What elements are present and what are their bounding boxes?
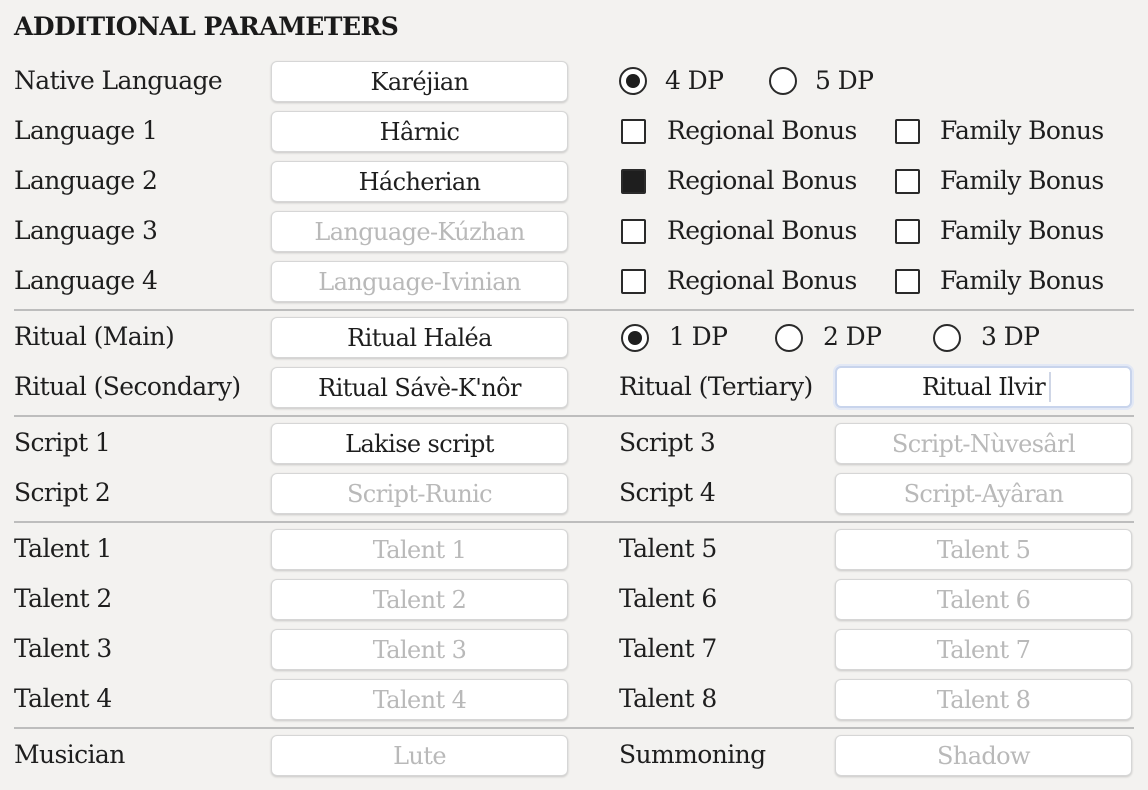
- language-3-family-label: Family Bonus: [940, 216, 1104, 245]
- script-1-input[interactable]: [271, 423, 568, 464]
- language-1-label: Language 1: [14, 116, 158, 145]
- divider-rituals: [14, 415, 1134, 417]
- talent-8-label: Talent 8: [619, 684, 717, 713]
- ritual-2dp-label: 2 DP: [823, 322, 882, 351]
- talent-3-label: Talent 3: [14, 634, 112, 663]
- script-2-label: Script 2: [14, 478, 111, 507]
- ritual-3dp-radio[interactable]: [933, 324, 961, 352]
- ritual-main-input[interactable]: [271, 317, 568, 358]
- text-caret: [1049, 372, 1051, 402]
- ritual-secondary-input[interactable]: [271, 367, 568, 408]
- talent-1-input[interactable]: [271, 529, 568, 570]
- ritual-2dp-radio[interactable]: [775, 324, 803, 352]
- script-3-label: Script 3: [619, 428, 716, 457]
- language-3-family-checkbox[interactable]: [895, 219, 920, 244]
- language-4-label: Language 4: [14, 266, 158, 295]
- language-4-regional-label: Regional Bonus: [667, 266, 857, 295]
- language-3-regional-checkbox[interactable]: [621, 219, 646, 244]
- language-1-family-checkbox[interactable]: [895, 119, 920, 144]
- language-4-family-label: Family Bonus: [940, 266, 1104, 295]
- language-1-regional-label: Regional Bonus: [667, 116, 857, 145]
- musician-input[interactable]: [271, 735, 568, 776]
- native-4dp-label: 4 DP: [665, 66, 724, 95]
- language-4-family-checkbox[interactable]: [895, 269, 920, 294]
- talent-7-label: Talent 7: [619, 634, 717, 663]
- ritual-1dp-label: 1 DP: [669, 322, 728, 351]
- native-language-input[interactable]: [271, 61, 568, 102]
- native-5dp-radio[interactable]: [769, 67, 797, 95]
- language-2-input[interactable]: [271, 161, 568, 202]
- script-4-label: Script 4: [619, 478, 716, 507]
- language-2-regional-checkbox[interactable]: [621, 169, 646, 194]
- script-2-input[interactable]: [271, 473, 568, 514]
- talent-4-label: Talent 4: [14, 684, 112, 713]
- language-1-input[interactable]: [271, 111, 568, 152]
- summoning-label: Summoning: [619, 740, 766, 769]
- talent-8-input[interactable]: [835, 679, 1132, 720]
- talent-4-input[interactable]: [271, 679, 568, 720]
- script-1-label: Script 1: [14, 428, 111, 457]
- language-4-input[interactable]: [271, 261, 568, 302]
- ritual-main-label: Ritual (Main): [14, 322, 175, 351]
- musician-label: Musician: [14, 740, 125, 769]
- language-1-family-label: Family Bonus: [940, 116, 1104, 145]
- talent-5-label: Talent 5: [619, 534, 717, 563]
- native-5dp-label: 5 DP: [815, 66, 874, 95]
- native-language-label: Native Language: [14, 66, 223, 95]
- talent-6-label: Talent 6: [619, 584, 717, 613]
- section-heading: ADDITIONAL PARAMETERS: [14, 12, 399, 41]
- ritual-tertiary-label: Ritual (Tertiary): [619, 372, 813, 401]
- language-1-regional-checkbox[interactable]: [621, 119, 646, 144]
- language-3-label: Language 3: [14, 216, 158, 245]
- script-4-input[interactable]: [835, 473, 1132, 514]
- talent-6-input[interactable]: [835, 579, 1132, 620]
- language-3-input[interactable]: [271, 211, 568, 252]
- language-2-family-checkbox[interactable]: [895, 169, 920, 194]
- divider-languages: [14, 309, 1134, 311]
- ritual-1dp-radio[interactable]: [621, 324, 649, 352]
- ritual-secondary-label: Ritual (Secondary): [14, 372, 241, 401]
- talent-7-input[interactable]: [835, 629, 1132, 670]
- language-2-label: Language 2: [14, 166, 158, 195]
- talent-5-input[interactable]: [835, 529, 1132, 570]
- ritual-tertiary-input[interactable]: [835, 366, 1132, 408]
- script-3-input[interactable]: [835, 423, 1132, 464]
- language-3-regional-label: Regional Bonus: [667, 216, 857, 245]
- native-4dp-radio[interactable]: [619, 67, 647, 95]
- talent-1-label: Talent 1: [14, 534, 112, 563]
- language-2-regional-label: Regional Bonus: [667, 166, 857, 195]
- talent-2-input[interactable]: [271, 579, 568, 620]
- summoning-input[interactable]: [835, 735, 1132, 776]
- divider-talents: [14, 727, 1134, 729]
- talent-2-label: Talent 2: [14, 584, 112, 613]
- language-2-family-label: Family Bonus: [940, 166, 1104, 195]
- ritual-3dp-label: 3 DP: [981, 322, 1040, 351]
- divider-scripts: [14, 521, 1134, 523]
- language-4-regional-checkbox[interactable]: [621, 269, 646, 294]
- talent-3-input[interactable]: [271, 629, 568, 670]
